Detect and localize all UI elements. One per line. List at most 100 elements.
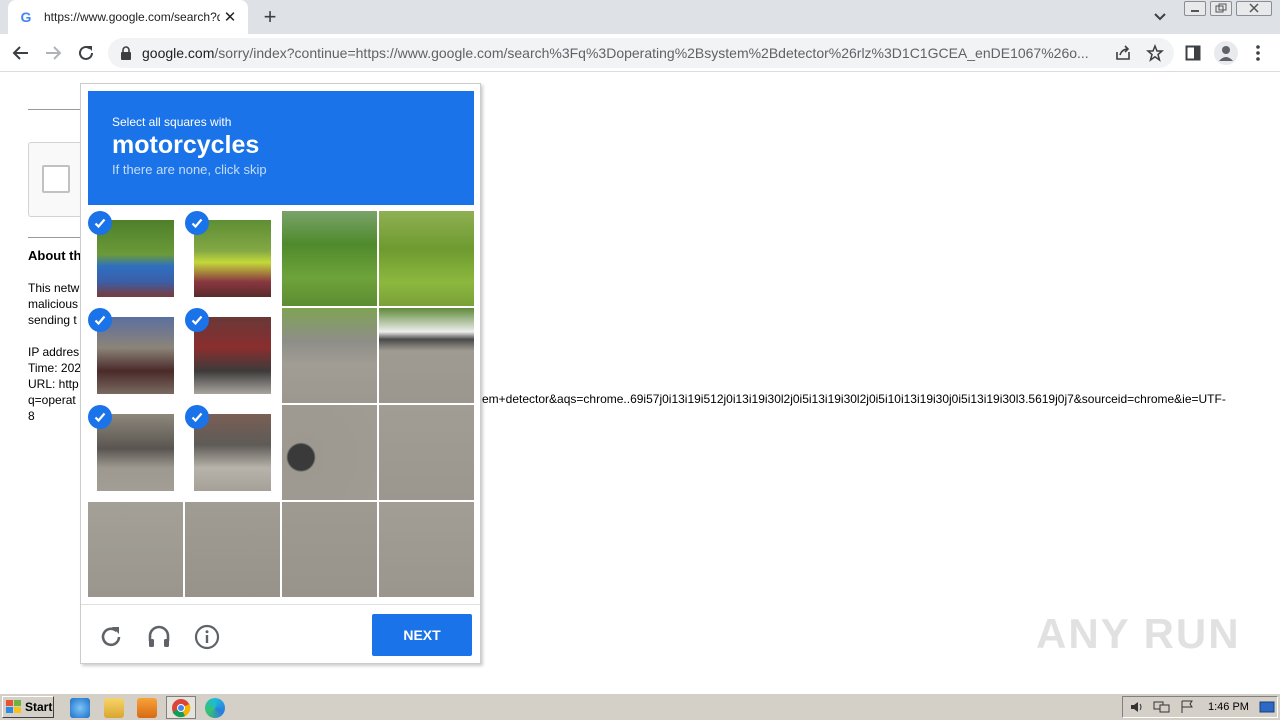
tile-image <box>194 317 271 394</box>
recaptcha-challenge: Select all squares with motorcycles If t… <box>80 83 481 664</box>
about-heading: About th <box>28 248 82 263</box>
back-button[interactable] <box>8 40 34 66</box>
tab-search-chevron-icon[interactable] <box>1150 8 1170 26</box>
volume-icon[interactable] <box>1129 700 1147 714</box>
audio-challenge-button[interactable] <box>145 623 173 651</box>
network-icon[interactable] <box>1153 700 1171 714</box>
google-favicon-icon: G <box>20 9 32 25</box>
paragraph-line: sending t <box>28 313 77 327</box>
show-desktop-icon[interactable] <box>1259 700 1275 714</box>
tile-image <box>282 211 377 306</box>
profile-avatar-icon[interactable] <box>1214 41 1238 65</box>
image-tile[interactable] <box>185 211 280 306</box>
restore-window-button[interactable] <box>1210 1 1232 16</box>
browser-toolbar: google.com/sorry/index?continue=https://… <box>0 34 1280 72</box>
close-window-button[interactable] <box>1236 1 1272 16</box>
tile-image <box>379 211 474 306</box>
url-line: URL: http <box>28 377 79 391</box>
image-tile[interactable] <box>282 308 377 403</box>
system-clock: 1:46 PM <box>1208 701 1249 713</box>
instruction-line: Select all squares with <box>112 115 232 129</box>
ip-address-line: IP addres <box>28 345 80 359</box>
image-tile[interactable] <box>379 211 474 306</box>
bookmark-button[interactable] <box>1142 40 1168 66</box>
back-arrow-icon <box>12 46 28 60</box>
info-icon <box>194 624 220 650</box>
paragraph-line: malicious <box>28 297 79 311</box>
instruction-skip-hint: If there are none, click skip <box>112 162 267 177</box>
image-tile-grid <box>88 211 474 597</box>
tile-selected-check-icon <box>185 308 209 332</box>
share-button[interactable] <box>1110 40 1136 66</box>
chrome-icon <box>172 699 191 718</box>
tile-selected-check-icon <box>88 211 112 235</box>
image-tile[interactable] <box>88 405 183 500</box>
address-host: google.com <box>142 45 215 61</box>
recaptcha-anchor-box[interactable] <box>28 142 80 217</box>
image-tile[interactable] <box>379 405 474 500</box>
recaptcha-checkbox[interactable] <box>42 165 70 193</box>
tile-selected-check-icon <box>88 308 112 332</box>
image-tile[interactable] <box>185 405 280 500</box>
tile-image <box>97 317 174 394</box>
system-tray <box>1122 696 1278 718</box>
star-icon <box>1146 44 1164 62</box>
internet-explorer-icon[interactable] <box>70 698 90 718</box>
image-tile[interactable] <box>379 502 474 597</box>
address-bar[interactable]: google.com/sorry/index?continue=https://… <box>108 38 1174 68</box>
menu-button[interactable] <box>1245 40 1271 66</box>
tab-strip: G https://www.google.com/search?q= ✕ + <box>0 0 1280 34</box>
next-button[interactable]: NEXT <box>372 614 472 656</box>
tile-image <box>379 405 474 500</box>
help-button[interactable] <box>193 623 221 651</box>
action-center-flag-icon[interactable] <box>1179 700 1195 714</box>
side-panel-button[interactable] <box>1180 40 1206 66</box>
tile-image <box>282 308 377 403</box>
url-query-tail: em+detector&aqs=chrome..69i57j0i13i19i51… <box>482 392 1226 406</box>
image-tile[interactable] <box>88 211 183 306</box>
reload-button[interactable] <box>73 40 99 66</box>
paragraph-line: This netw <box>28 281 80 295</box>
tile-selected-check-icon <box>88 405 112 429</box>
edge-icon[interactable] <box>205 698 225 718</box>
tile-selected-check-icon <box>185 405 209 429</box>
request-info: IP addres Time: 202 URL: http q=operat 8 <box>28 344 81 424</box>
forward-button[interactable] <box>40 40 66 66</box>
windows-logo-icon <box>6 700 21 713</box>
minimize-window-button[interactable] <box>1184 1 1206 16</box>
audio-headphones-icon <box>148 625 170 647</box>
windows-taskbar: Start 1:46 PM <box>0 693 1280 720</box>
image-tile[interactable] <box>88 502 183 597</box>
image-tile[interactable] <box>185 308 280 403</box>
chrome-taskbar-button[interactable] <box>166 696 196 719</box>
url-wrap-line: 8 <box>28 409 35 423</box>
image-tile[interactable] <box>282 211 377 306</box>
tile-image <box>379 308 474 403</box>
tile-image <box>88 502 183 597</box>
tile-image <box>185 502 280 597</box>
tile-image <box>194 414 271 491</box>
file-explorer-icon[interactable] <box>104 698 124 718</box>
image-tile[interactable] <box>379 308 474 403</box>
tab-title: https://www.google.com/search?q= <box>44 10 220 24</box>
tile-image <box>97 220 174 297</box>
image-tile[interactable] <box>282 405 377 500</box>
media-player-icon[interactable] <box>137 698 157 718</box>
image-tile[interactable] <box>282 502 377 597</box>
image-tile[interactable] <box>88 308 183 403</box>
image-tile[interactable] <box>185 502 280 597</box>
tile-image <box>282 405 377 500</box>
browser-tab[interactable]: G https://www.google.com/search?q= ✕ <box>8 0 248 34</box>
start-button[interactable]: Start <box>2 696 54 718</box>
tab-close-icon[interactable]: ✕ <box>222 8 238 26</box>
tile-image <box>194 220 271 297</box>
tile-image <box>282 502 377 597</box>
divider <box>28 109 80 110</box>
instruction-target: motorcycles <box>112 131 260 159</box>
reload-challenge-button[interactable] <box>97 623 125 651</box>
share-icon <box>1116 45 1130 60</box>
new-tab-button[interactable]: + <box>258 4 282 30</box>
tile-selected-check-icon <box>185 211 209 235</box>
tile-image <box>379 502 474 597</box>
challenge-header: Select all squares with motorcycles If t… <box>88 91 474 205</box>
